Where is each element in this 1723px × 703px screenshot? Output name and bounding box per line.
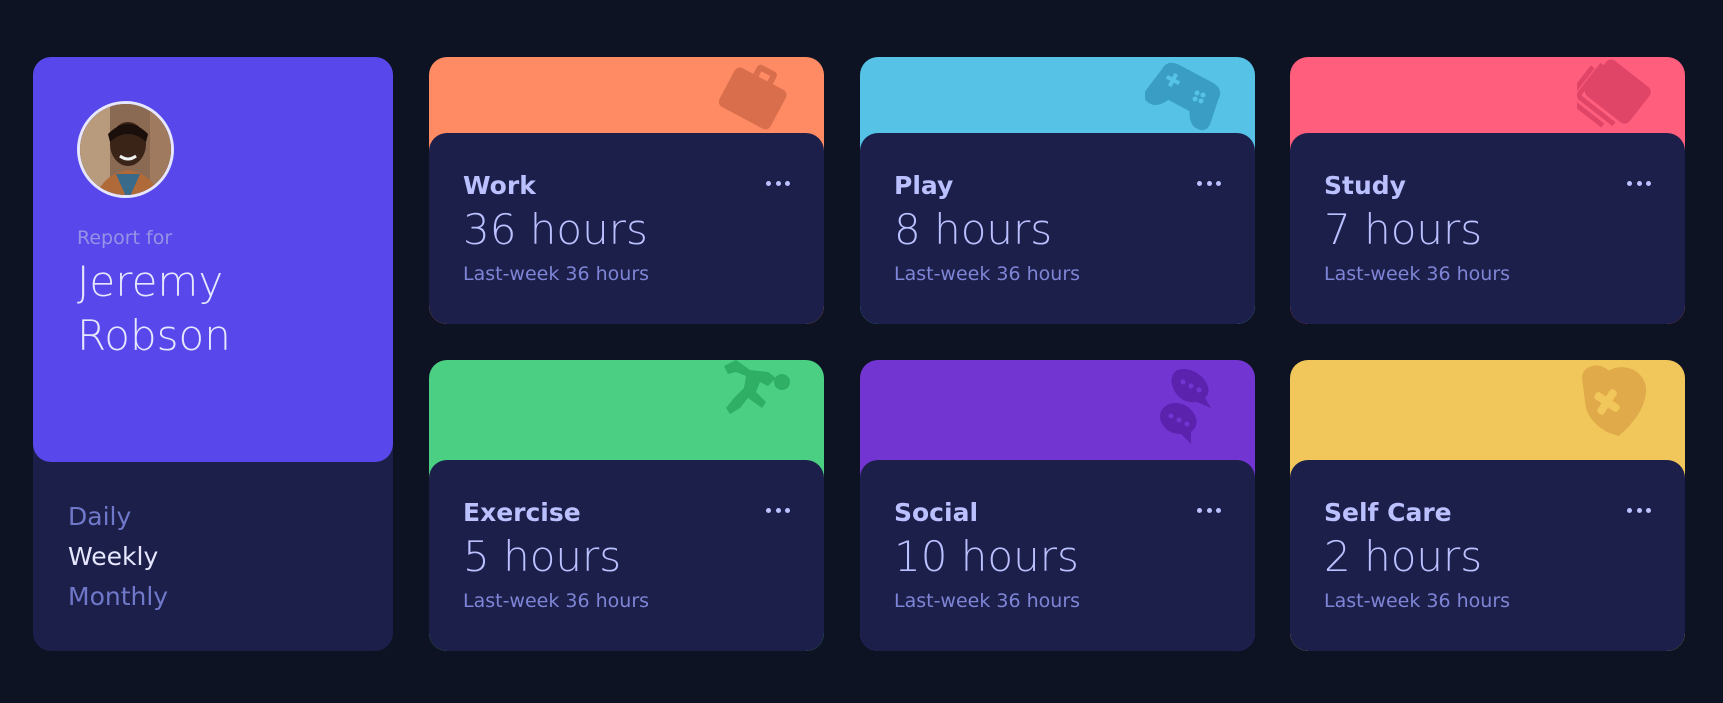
more-options-icon[interactable] — [766, 179, 790, 187]
profile-header: Report for Jeremy Robson — [33, 57, 393, 462]
activity-hours: 8 hours — [894, 205, 1053, 254]
activity-title: Exercise — [463, 498, 581, 527]
chat-icon — [1140, 360, 1225, 455]
activity-title: Study — [1324, 171, 1406, 200]
activity-card-social: Social 10 hours Last-week 36 hours — [860, 360, 1255, 651]
running-icon — [709, 360, 794, 445]
activity-hours: 5 hours — [463, 532, 622, 581]
activity-body: Work 36 hours Last-week 36 hours — [429, 133, 824, 324]
period-daily[interactable]: Daily — [68, 497, 168, 537]
activity-title: Social — [894, 498, 979, 527]
activity-body: Study 7 hours Last-week 36 hours — [1290, 133, 1685, 324]
avatar — [77, 101, 174, 198]
activity-card-play: Play 8 hours Last-week 36 hours — [860, 57, 1255, 324]
more-options-icon[interactable] — [1627, 179, 1651, 187]
activity-hours: 36 hours — [463, 205, 648, 254]
activity-previous: Last-week 36 hours — [1324, 263, 1511, 285]
activity-previous: Last-week 36 hours — [463, 263, 650, 285]
period-weekly[interactable]: Weekly — [68, 537, 168, 577]
activity-previous: Last-week 36 hours — [463, 590, 650, 612]
activity-title: Self Care — [1324, 498, 1452, 527]
user-name: Jeremy Robson — [77, 257, 231, 360]
heart-icon — [1570, 360, 1655, 445]
more-options-icon[interactable] — [1197, 506, 1221, 514]
profile-card: Report for Jeremy Robson Daily Weekly Mo… — [33, 57, 393, 651]
activity-hours: 10 hours — [894, 532, 1079, 581]
activity-previous: Last-week 36 hours — [894, 590, 1081, 612]
activity-body: Play 8 hours Last-week 36 hours — [860, 133, 1255, 324]
book-icon — [1570, 57, 1655, 142]
period-monthly[interactable]: Monthly — [68, 577, 168, 617]
activity-card-work: Work 36 hours Last-week 36 hours — [429, 57, 824, 324]
activity-body: Social 10 hours Last-week 36 hours — [860, 460, 1255, 651]
activity-body: Self Care 2 hours Last-week 36 hours — [1290, 460, 1685, 651]
report-for-label: Report for — [77, 227, 173, 249]
activity-previous: Last-week 36 hours — [1324, 590, 1511, 612]
activity-hours: 7 hours — [1324, 205, 1483, 254]
more-options-icon[interactable] — [1197, 179, 1221, 187]
dashboard: Report for Jeremy Robson Daily Weekly Mo… — [0, 0, 1723, 703]
activity-body: Exercise 5 hours Last-week 36 hours — [429, 460, 824, 651]
more-options-icon[interactable] — [766, 506, 790, 514]
briefcase-icon — [709, 57, 794, 142]
more-options-icon[interactable] — [1627, 506, 1651, 514]
period-selector: Daily Weekly Monthly — [68, 497, 168, 617]
activity-title: Work — [463, 171, 536, 200]
activity-card-self-care: Self Care 2 hours Last-week 36 hours — [1290, 360, 1685, 651]
activity-previous: Last-week 36 hours — [894, 263, 1081, 285]
activity-title: Play — [894, 171, 954, 200]
gamepad-icon — [1140, 57, 1225, 142]
activity-hours: 2 hours — [1324, 532, 1483, 581]
activity-card-study: Study 7 hours Last-week 36 hours — [1290, 57, 1685, 324]
activity-card-exercise: Exercise 5 hours Last-week 36 hours — [429, 360, 824, 651]
